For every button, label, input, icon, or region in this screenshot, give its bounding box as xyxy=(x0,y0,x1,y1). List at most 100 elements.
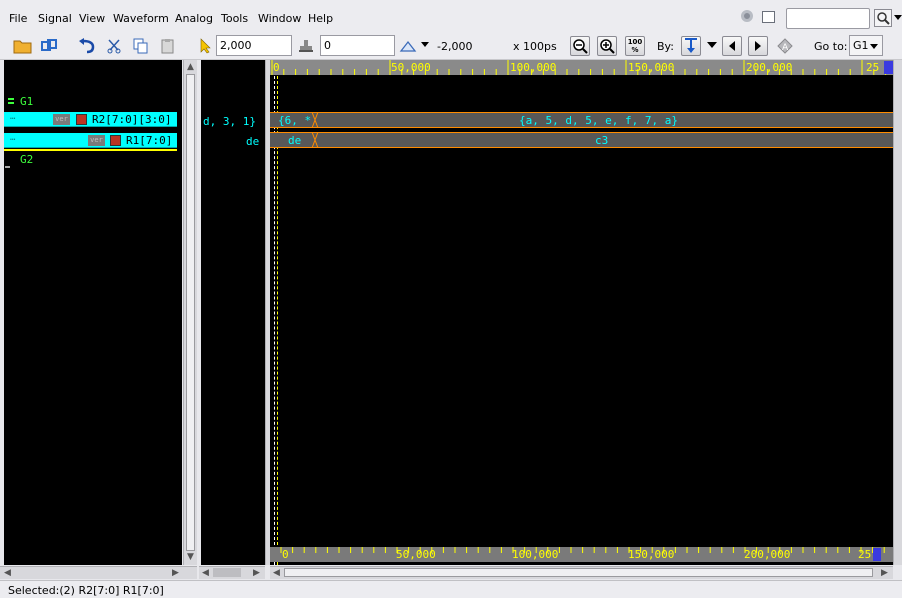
menu-tools[interactable]: Tools xyxy=(221,12,248,25)
scroll-right-icon[interactable]: ▶ xyxy=(881,568,888,578)
zoom-100-icon[interactable]: 100 % xyxy=(625,36,645,56)
scroll-left-icon[interactable]: ◀ xyxy=(273,568,280,578)
waveform-vscrollbar[interactable] xyxy=(893,60,902,565)
signal-name-r1: R1[7:0] xyxy=(126,134,173,147)
signal-row-r1[interactable]: … ver R1[7:0] xyxy=(4,133,177,148)
waveform-bus-r1[interactable]: de c3 xyxy=(270,132,893,148)
scroll-right-icon[interactable]: ▶ xyxy=(253,568,260,578)
value-r1: de xyxy=(246,135,260,148)
value-r2: d, 3, 1} xyxy=(203,115,256,128)
toolbar: 2,000 0 -2,000 x 100ps 100 % By: A Go to… xyxy=(0,32,902,60)
paste-icon[interactable] xyxy=(158,36,178,56)
status-bar: Selected:(2) R2[7:0] R1[7:0] xyxy=(0,580,902,598)
by-label: By: xyxy=(657,40,674,53)
zoom-in-icon[interactable] xyxy=(597,36,617,56)
menu-signal[interactable]: Signal xyxy=(38,12,72,25)
marker-time-input[interactable]: 0 xyxy=(320,35,395,56)
group-g1-label[interactable]: G1 xyxy=(20,95,33,108)
bottom-time-ruler[interactable]: 0 50,000 100,000 150,000 200,000 25 xyxy=(270,547,893,562)
search-input[interactable] xyxy=(786,8,870,29)
scroll-left-icon[interactable]: ◀ xyxy=(202,568,209,578)
bus-value: {6, * xyxy=(278,114,312,127)
group-collapse-icon[interactable] xyxy=(5,166,10,168)
delta-dropdown-icon[interactable] xyxy=(421,42,429,47)
undo-icon[interactable] xyxy=(77,36,97,56)
group-expand-icon[interactable] xyxy=(8,98,14,104)
ruler-end-marker xyxy=(873,548,881,561)
search-by-icon[interactable] xyxy=(681,36,701,56)
bus-type-icon xyxy=(76,114,87,125)
ver-tag: ver xyxy=(88,135,105,146)
menu-file[interactable]: File xyxy=(9,12,27,25)
bus-value: c3 xyxy=(595,134,609,147)
scroll-thumb[interactable] xyxy=(213,568,241,577)
status-text: Selected:(2) R2[7:0] R1[7:0] xyxy=(8,584,164,597)
svg-text:A: A xyxy=(782,43,789,53)
goto-dropdown-icon xyxy=(870,44,878,49)
scroll-right-icon[interactable]: ▶ xyxy=(172,568,179,578)
value-hscrollbar[interactable]: ◀ ▶ xyxy=(199,566,265,579)
ruler-ticks xyxy=(280,547,885,553)
tick-label: 200,000 xyxy=(744,548,791,561)
tick-label: 100,000 xyxy=(512,548,559,561)
tick-label: 150,000 xyxy=(628,61,675,74)
menu-help[interactable]: Help xyxy=(308,12,333,25)
tick-label: 100,000 xyxy=(510,61,557,74)
window-icon[interactable] xyxy=(762,11,775,23)
tick-label: 50,000 xyxy=(396,548,436,561)
goto-select[interactable]: G1 xyxy=(849,35,883,56)
scroll-thumb[interactable] xyxy=(284,568,873,577)
group-g2-label[interactable]: G2 xyxy=(20,153,33,166)
bus-transition xyxy=(311,132,319,148)
scroll-up-icon[interactable]: ▲ xyxy=(187,62,194,72)
tick-label: 150,000 xyxy=(628,548,675,561)
signal-list-vscrollbar[interactable]: ▲ ▼ xyxy=(183,60,197,565)
reload-icon[interactable] xyxy=(40,36,60,56)
goto-label: Go to: xyxy=(814,40,848,53)
signal-row-r2[interactable]: … ver R2[7:0][3:0] xyxy=(4,112,177,127)
menu-window[interactable]: Window xyxy=(258,12,301,25)
delta-value: -2,000 xyxy=(437,40,473,53)
tick-label: 200,000 xyxy=(746,61,793,74)
cursor-arrow-icon[interactable] xyxy=(195,36,215,56)
bus-value: de xyxy=(288,134,302,147)
search-backward-icon[interactable] xyxy=(722,36,742,56)
menu-waveform[interactable]: Waveform xyxy=(113,12,169,25)
scroll-thumb[interactable] xyxy=(186,74,195,551)
menu-view[interactable]: View xyxy=(79,12,105,25)
cut-icon[interactable] xyxy=(104,36,124,56)
search-forward-icon[interactable] xyxy=(748,36,768,56)
bus-value: {a, 5, d, 5, e, f, 7, a} xyxy=(519,114,678,127)
marker-icon[interactable] xyxy=(296,36,316,56)
selection-marker xyxy=(4,149,177,151)
tree-line: … xyxy=(10,133,16,143)
menubar: File Signal View Waveform Analog Tools W… xyxy=(0,0,902,32)
scroll-down-icon[interactable]: ▼ xyxy=(187,552,194,562)
tree-line: … xyxy=(10,112,16,122)
ver-tag: ver xyxy=(53,114,70,125)
by-dropdown-icon[interactable] xyxy=(707,42,717,48)
tick-label: 25 xyxy=(858,548,872,561)
time-unit: x 100ps xyxy=(513,40,557,53)
menu-analog[interactable]: Analog xyxy=(175,12,213,25)
scroll-left-icon[interactable]: ◀ xyxy=(4,568,11,578)
bookmark-icon[interactable]: A xyxy=(775,36,795,56)
search-icon[interactable] xyxy=(874,9,892,27)
tick-label: 25 xyxy=(866,61,880,74)
goto-value: G1 xyxy=(853,39,869,52)
tick-label: 0 xyxy=(273,61,280,74)
cursor-time-input[interactable]: 2,000 xyxy=(216,35,292,56)
signal-name-r2: R2[7:0][3:0] xyxy=(92,113,172,126)
top-time-ruler[interactable]: 0 50,000 100,000 150,000 200,000 25 xyxy=(270,60,893,75)
open-folder-icon[interactable] xyxy=(13,36,33,56)
delta-icon xyxy=(398,36,418,56)
copy-icon[interactable] xyxy=(131,36,151,56)
waveform-bus-r2[interactable]: {6, * {a, 5, d, 5, e, f, 7, a} xyxy=(270,112,893,128)
ruler-end-marker xyxy=(884,61,893,74)
settings-icon[interactable] xyxy=(741,10,753,22)
waveform-hscrollbar[interactable]: ◀ ▶ xyxy=(270,566,893,579)
signal-list-hscrollbar[interactable]: ◀ ▶ xyxy=(0,566,197,579)
search-dropdown-icon[interactable] xyxy=(894,15,902,20)
zoom-out-icon[interactable] xyxy=(570,36,590,56)
cursor-line xyxy=(274,76,275,565)
